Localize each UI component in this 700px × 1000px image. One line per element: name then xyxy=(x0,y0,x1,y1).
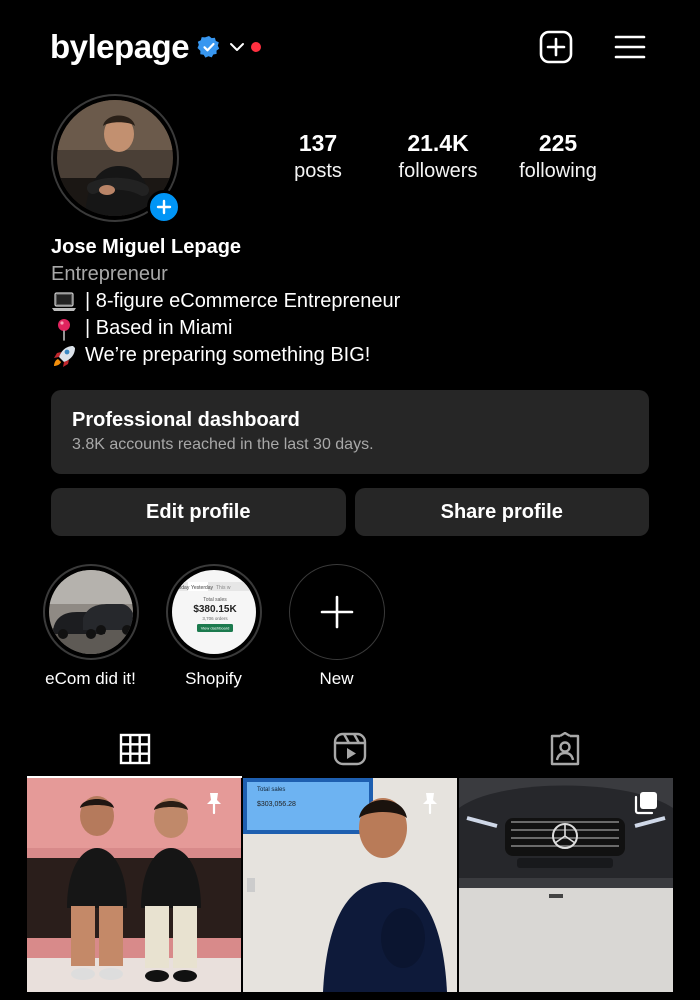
screen-amount: $303,056.28 xyxy=(257,801,296,808)
highlight-orders-text: 3,706 orders xyxy=(202,616,228,621)
menu-icon[interactable] xyxy=(612,29,648,65)
tab-reels[interactable] xyxy=(242,722,457,776)
dashboard-subtitle: 3.8K accounts reached in the last 30 day… xyxy=(72,436,374,453)
profile-avatar[interactable] xyxy=(51,94,181,224)
pin-emoji-icon xyxy=(51,317,77,341)
plus-icon xyxy=(156,199,172,215)
tab-tagged[interactable] xyxy=(458,722,673,776)
highlight-label: New xyxy=(319,669,354,688)
display-name: Jose Miguel Lepage xyxy=(51,236,242,258)
post-thumbnail[interactable] xyxy=(459,778,673,992)
highlight-sales-caption: Total sales xyxy=(203,597,227,603)
tagged-icon xyxy=(551,732,580,766)
dashboard-title: Professional dashboard xyxy=(72,409,300,431)
carousel-icon xyxy=(634,792,657,815)
stat-label: following xyxy=(519,160,597,182)
profile-category: Entrepreneur xyxy=(51,263,168,285)
bio-line: | 8-figure eCommerce Entrepreneur xyxy=(51,288,651,315)
bio-text: | Based in Miami xyxy=(85,317,233,339)
grid-icon xyxy=(119,733,150,765)
professional-dashboard[interactable]: Professional dashboard 3.8K accounts rea… xyxy=(51,390,649,474)
bio-text: We’re preparing something BIG! xyxy=(85,344,371,366)
highlight-cover: Today Yesterday This w Total sales $380.… xyxy=(171,570,256,654)
bio-line: We’re preparing something BIG! xyxy=(51,342,651,369)
profile-actions: Edit profile Share profile xyxy=(51,488,649,536)
pin-icon xyxy=(423,793,437,815)
chevron-down-icon[interactable] xyxy=(229,39,245,55)
new-highlight-circle xyxy=(288,564,385,660)
post-thumbnail[interactable]: Total sales $303,056.28 xyxy=(243,778,457,992)
username[interactable]: bylepage xyxy=(50,28,190,66)
highlight-tab-text: Yesterday xyxy=(191,585,214,591)
pin-icon xyxy=(207,793,221,815)
post-thumbnail[interactable] xyxy=(27,778,241,992)
header-actions xyxy=(538,29,648,65)
highlight-ring: Today Yesterday This w Total sales $380.… xyxy=(165,564,262,660)
following-stat[interactable]: 225 following xyxy=(498,128,618,184)
verified-badge-icon xyxy=(197,35,221,59)
highlight-cta-text: View dashboard xyxy=(200,626,229,631)
highlight-tab-text: This w xyxy=(216,585,231,591)
stat-value: 21.4K xyxy=(407,130,469,156)
highlight-tab-text: Today xyxy=(176,585,190,591)
stat-label: followers xyxy=(398,160,478,182)
highlight-sales-amount: $380.15K xyxy=(193,604,237,615)
bio-line: | Based in Miami xyxy=(51,315,651,342)
stat-label: posts xyxy=(294,160,342,182)
laptop-emoji-icon xyxy=(51,290,77,314)
followers-stat[interactable]: 21.4K followers xyxy=(378,128,498,184)
profile-bio: Jose Miguel Lepage Entrepreneur | 8-figu… xyxy=(51,234,651,369)
posts-grid: Total sales $303,056.28 xyxy=(27,778,673,1000)
share-profile-button[interactable]: Share profile xyxy=(354,488,649,536)
notification-dot xyxy=(251,42,262,52)
highlight-label: eCom did it! xyxy=(45,669,136,688)
plus-icon xyxy=(320,595,353,629)
rocket-emoji-icon xyxy=(51,344,77,368)
highlight-cover xyxy=(48,570,133,654)
highlight-label: Shopify xyxy=(185,669,242,688)
profile-stats: 137 posts 21.4K followers 225 following xyxy=(258,128,618,184)
content-tabs xyxy=(27,722,673,778)
highlight-ecom[interactable]: eCom did it! xyxy=(38,564,143,690)
new-highlight-button[interactable]: New xyxy=(284,564,389,690)
reels-icon xyxy=(333,732,367,766)
profile-header: bylepage xyxy=(50,22,648,72)
stat-value: 225 xyxy=(538,130,578,156)
add-story-button[interactable] xyxy=(147,190,181,224)
highlight-ring xyxy=(42,564,139,660)
stat-value: 137 xyxy=(298,130,338,156)
posts-stat[interactable]: 137 posts xyxy=(258,128,378,184)
new-post-icon[interactable] xyxy=(538,29,574,65)
tab-grid[interactable] xyxy=(27,722,243,778)
edit-profile-button[interactable]: Edit profile xyxy=(51,488,346,536)
bio-text: | 8-figure eCommerce Entrepreneur xyxy=(85,290,401,312)
highlight-shopify[interactable]: Today Yesterday This w Total sales $380.… xyxy=(161,564,266,690)
screen-caption: Total sales xyxy=(257,787,285,793)
story-highlights: eCom did it! Today Yesterday This w Tota… xyxy=(38,564,389,690)
